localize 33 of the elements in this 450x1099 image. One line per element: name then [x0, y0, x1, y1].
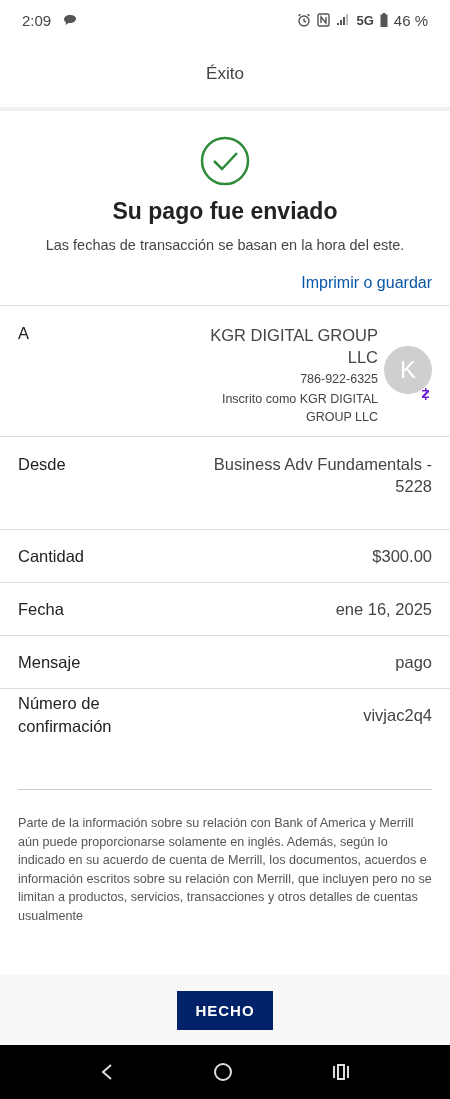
row-value: Business Adv Fundamentals - 5228: [212, 454, 432, 497]
disclaimer-text: Parte de la información sobre su relación con Bank of America y Merrill aún puede proporcionarse solamente en inglés. Además, según lo indicado en su acuerdo de cuenta de Merrill, los documentos, acuerdos e información escritos sobre su relación con Merrill, que incluyen pero no se limitan a productos, servicios, transacciones y otros detalles de cuentas usualmente: [18, 815, 432, 925]
network-type: 5G: [356, 12, 374, 28]
signal-icon: [336, 14, 351, 26]
row-value: $300.00: [371, 546, 432, 567]
back-icon[interactable]: [99, 1063, 114, 1081]
recent-apps-icon[interactable]: [332, 1063, 351, 1081]
row-label: Cantidad: [18, 545, 86, 567]
print-or-save-link[interactable]: Imprimir o guardar: [301, 274, 432, 292]
row-label: A: [18, 324, 29, 344]
confirmation-subtitle: Las fechas de transacción se basan en la hora del este.: [45, 237, 405, 253]
battery-percent: 46 %: [393, 11, 428, 29]
row-label: Mensaje: [18, 651, 82, 673]
row-value: ene 16, 2025: [334, 599, 432, 620]
battery-icon: [379, 13, 388, 27]
home-icon[interactable]: [213, 1062, 233, 1082]
check-circle-icon: [200, 136, 250, 186]
recipient-phone: 786-922-6325: [299, 371, 378, 388]
recipient-name: KGR DIGITAL GROUP LLC: [209, 325, 378, 368]
row-label: Fecha: [18, 598, 65, 620]
screen-title: Éxito: [206, 63, 244, 84]
row-label: Desde: [18, 454, 67, 475]
badge-icon: [421, 388, 430, 400]
row-value: vivjac2q4: [362, 705, 432, 726]
done-button[interactable]: HECHO: [177, 990, 273, 1030]
row-label: Número de confirmación: [18, 693, 113, 737]
confirmation-title: Su pago fue enviado: [112, 198, 338, 225]
status-time: 2:09: [22, 11, 52, 29]
chat-bubble-icon: [63, 14, 78, 26]
nfc-icon: [317, 13, 331, 27]
alarm-icon: [297, 13, 312, 27]
enrolled-name: Inscrito como KGR DIGITAL GROUP LLC: [220, 391, 378, 426]
row-value: pago: [394, 652, 432, 673]
